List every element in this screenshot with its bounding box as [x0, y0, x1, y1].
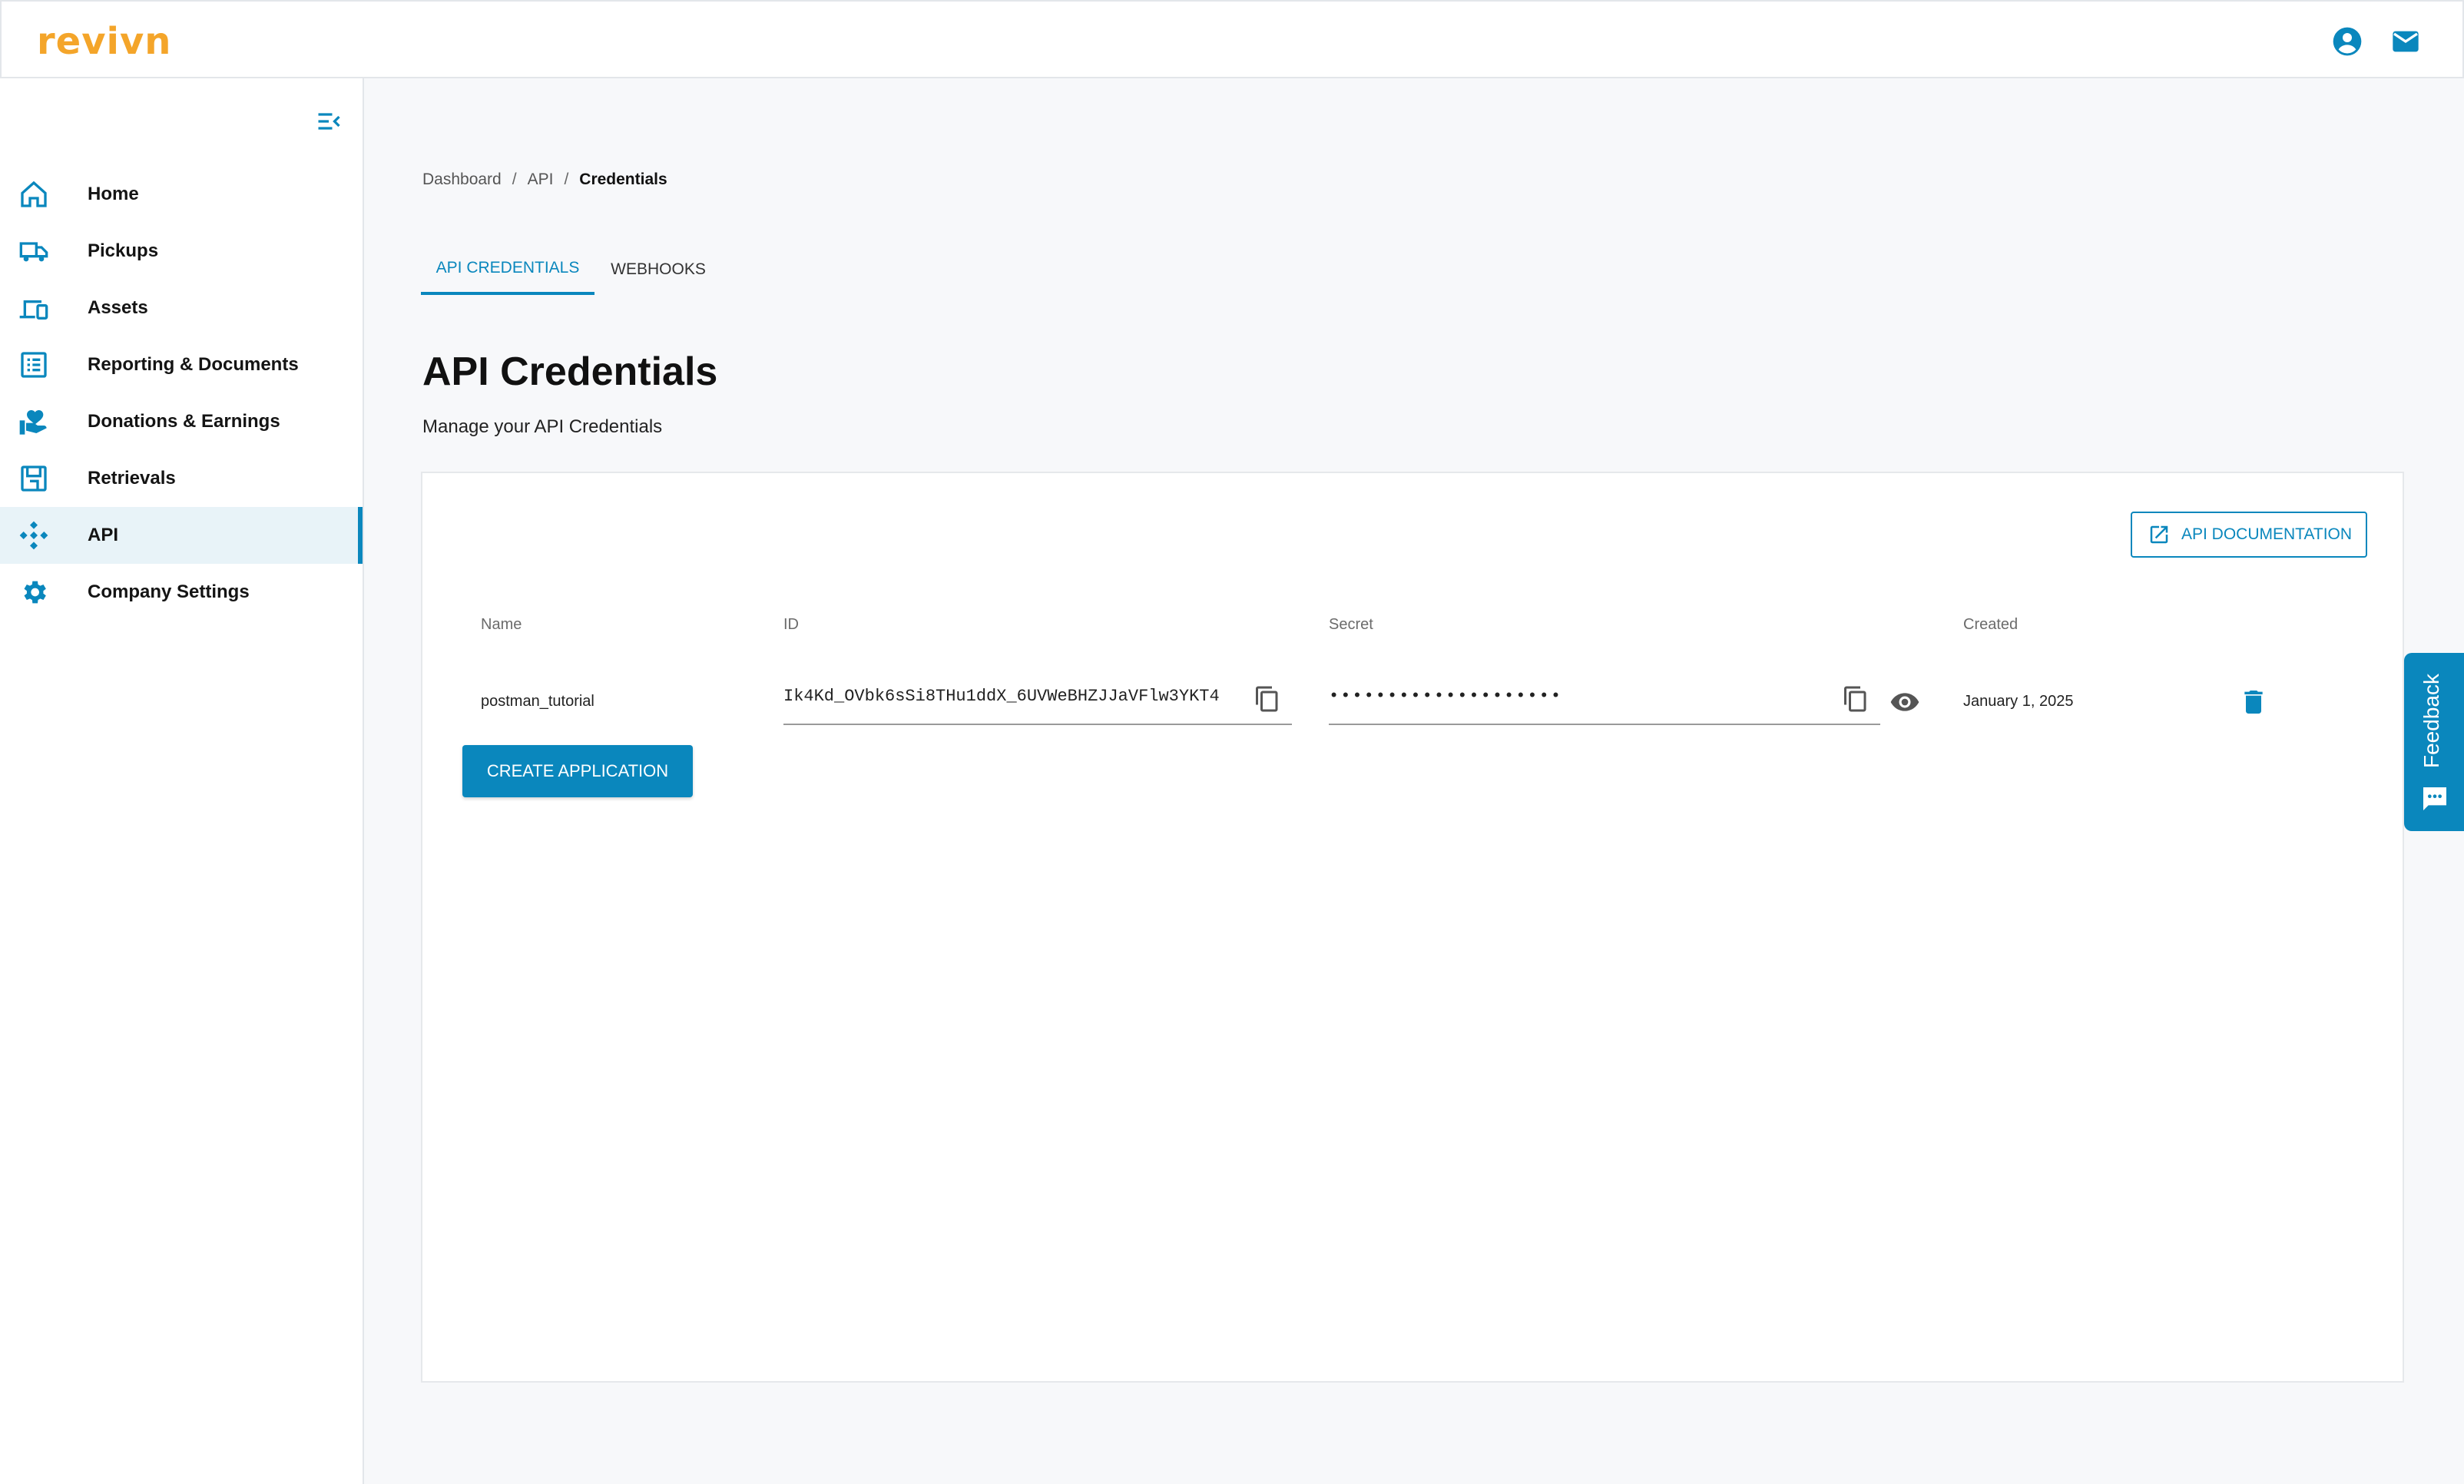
volunteer-icon	[19, 410, 47, 435]
sidebar-item-pickups[interactable]: Pickups	[0, 223, 363, 280]
breadcrumb-api[interactable]: API	[528, 171, 554, 188]
sidebar-item-label: Donations & Earnings	[88, 411, 280, 432]
feedback-tab[interactable]: Feedback	[2404, 653, 2464, 831]
sidebar-item-label: Reporting & Documents	[88, 354, 299, 375]
secret-field[interactable]: ••••••••••••••••••••	[1329, 674, 1880, 725]
sidebar-item-label: Pickups	[88, 240, 159, 261]
delete-icon[interactable]	[2238, 687, 2269, 717]
sidebar-item-assets[interactable]: Assets	[0, 280, 363, 336]
menu-collapse-icon[interactable]	[315, 108, 343, 135]
create-application-button[interactable]: CREATE APPLICATION	[462, 745, 693, 797]
credentials-card: API DOCUMENTATION Name ID Secret Created…	[421, 472, 2404, 1383]
page-title: API Credentials	[422, 349, 718, 394]
column-header-created: Created	[1963, 616, 2019, 633]
visibility-icon[interactable]	[1889, 687, 1920, 717]
page-subtitle: Manage your API Credentials	[422, 416, 663, 437]
feedback-label: Feedback	[2419, 674, 2443, 768]
gear-icon	[24, 581, 46, 604]
account-circle-icon[interactable]	[2332, 26, 2363, 57]
sidebar-item-label: API	[88, 525, 119, 545]
devices-icon	[19, 300, 48, 320]
sidebar-item-label: Company Settings	[88, 581, 250, 602]
chat-bubble-icon	[2423, 787, 2446, 810]
truck-icon	[19, 242, 48, 262]
breadcrumb-current: Credentials	[579, 171, 667, 188]
list-alt-icon	[21, 352, 47, 378]
home-icon	[21, 181, 47, 207]
revivn-logo[interactable]: revivn	[37, 20, 171, 63]
credential-name: postman_tutorial	[481, 693, 594, 710]
top-bar: revivn	[0, 0, 2464, 78]
sidebar: Home Pickups Assets Reporting & Document…	[0, 78, 364, 1484]
credential-id[interactable]: Ik4Kd_OVbk6sSi8THu1ddX_6UVWeBHZJJaVFlw3Y…	[783, 687, 1220, 706]
sidebar-item-home[interactable]: Home	[0, 166, 363, 223]
tab-api-credentials[interactable]: API CREDENTIALS	[421, 244, 594, 295]
api-icon	[19, 521, 48, 550]
sidebar-item-label: Home	[88, 184, 139, 204]
sidebar-item-retrievals[interactable]: Retrievals	[0, 450, 363, 507]
sidebar-item-label: Retrievals	[88, 468, 176, 489]
credential-created-date: January 1, 2025	[1963, 693, 2074, 710]
breadcrumb-dashboard[interactable]: Dashboard	[422, 171, 502, 188]
sidebar-item-reporting-documents[interactable]: Reporting & Documents	[0, 336, 363, 393]
sidebar-item-label: Assets	[88, 297, 148, 318]
credential-secret[interactable]: ••••••••••••••••••••	[1329, 687, 1562, 706]
sidebar-item-company-settings[interactable]: Company Settings	[0, 564, 363, 621]
column-header-name: Name	[481, 616, 522, 633]
copy-icon[interactable]	[1842, 685, 1870, 713]
tab-webhooks[interactable]: WEBHOOKS	[602, 244, 714, 295]
sidebar-item-donations-earnings[interactable]: Donations & Earnings	[0, 393, 363, 450]
sidebar-item-api[interactable]: API	[0, 507, 363, 564]
api-documentation-button[interactable]: API DOCUMENTATION	[2131, 512, 2367, 558]
save-box-icon	[21, 465, 47, 492]
breadcrumb: Dashboard / API / Credentials	[422, 171, 667, 188]
column-header-id: ID	[783, 616, 799, 633]
mail-icon[interactable]	[2390, 26, 2421, 57]
copy-icon[interactable]	[1254, 685, 1281, 713]
column-header-secret: Secret	[1329, 616, 1373, 633]
open-in-new-icon	[2150, 525, 2168, 544]
id-field[interactable]: Ik4Kd_OVbk6sSi8THu1ddX_6UVWeBHZJJaVFlw3Y…	[783, 674, 1292, 725]
api-documentation-label: API DOCUMENTATION	[2181, 525, 2353, 543]
